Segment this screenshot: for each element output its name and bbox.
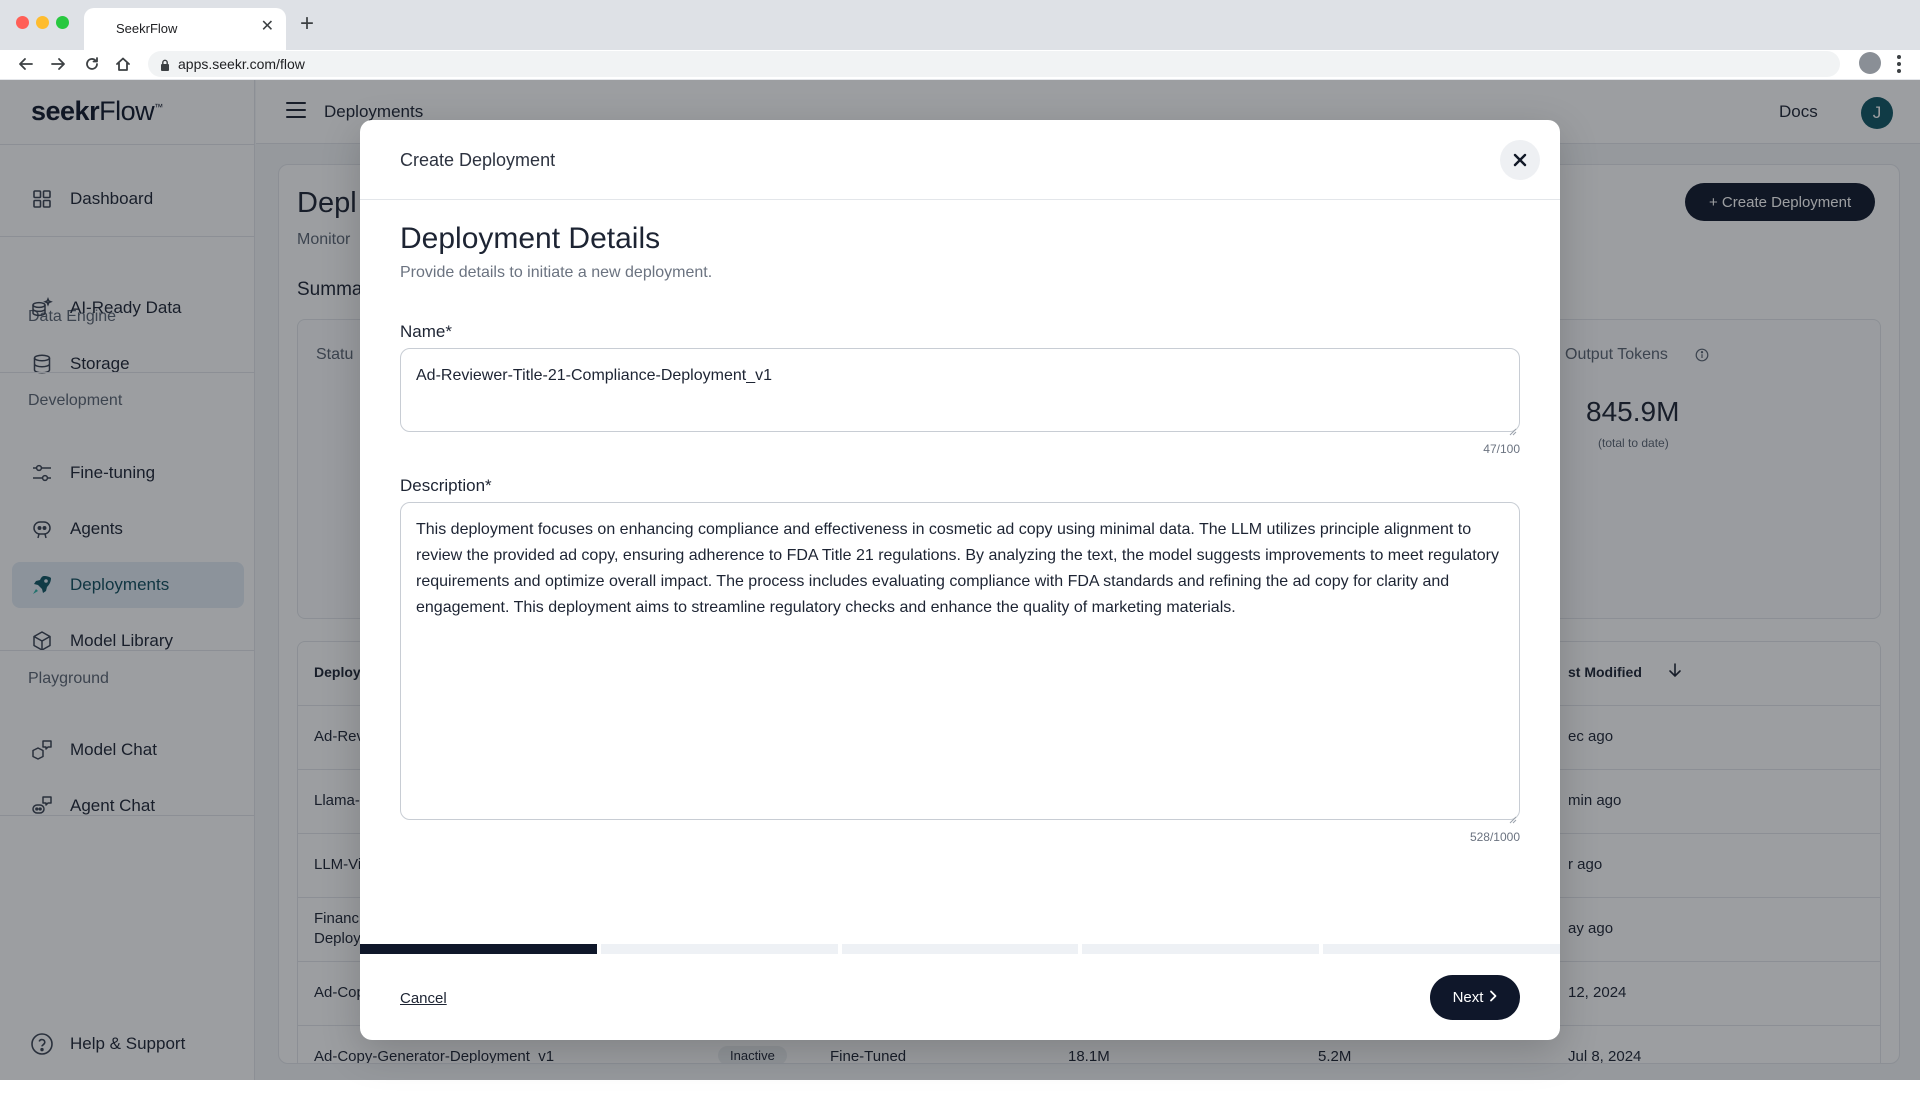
progress-step bbox=[600, 944, 838, 954]
description-field[interactable]: This deployment focuses on enhancing com… bbox=[400, 502, 1520, 824]
name-field-label: Name* bbox=[400, 322, 452, 341]
window-close-control[interactable] bbox=[16, 16, 29, 29]
name-field-value: Ad-Reviewer-Title-21-Compliance-Deployme… bbox=[416, 367, 772, 384]
back-arrow-icon[interactable] bbox=[14, 52, 38, 76]
progress-step bbox=[1323, 944, 1560, 954]
new-tab-icon[interactable]: + bbox=[300, 12, 314, 36]
section-subheading: Provide details to initiate a new deploy… bbox=[400, 264, 713, 281]
description-field-value: This deployment focuses on enhancing com… bbox=[416, 521, 1499, 616]
chevron-right-icon bbox=[1489, 989, 1497, 1006]
progress-step bbox=[841, 944, 1079, 954]
browser-tab[interactable]: SeekrFlow ✕ bbox=[84, 8, 286, 50]
reload-icon[interactable] bbox=[80, 52, 104, 76]
cancel-button[interactable]: Cancel bbox=[400, 990, 447, 1007]
progress-step bbox=[1082, 944, 1320, 954]
description-char-counter: 528/1000 bbox=[1469, 830, 1520, 844]
next-button-label: Next bbox=[1452, 989, 1484, 1006]
close-icon[interactable] bbox=[1500, 140, 1540, 180]
section-heading: Deployment Details bbox=[400, 222, 661, 255]
resize-handle-icon[interactable] bbox=[1507, 419, 1517, 436]
name-char-counter: 47/100 bbox=[1483, 442, 1520, 456]
resize-handle-icon[interactable] bbox=[1507, 807, 1517, 824]
address-bar[interactable]: apps.seekr.com/flow bbox=[148, 51, 1840, 77]
description-field-label: Description* bbox=[400, 476, 492, 495]
name-field[interactable]: Ad-Reviewer-Title-21-Compliance-Deployme… bbox=[400, 348, 1520, 436]
create-deployment-modal: Create Deployment Deployment Details Pro… bbox=[360, 120, 1560, 1040]
browser-tab-title: SeekrFlow bbox=[116, 21, 178, 36]
progress-step bbox=[360, 944, 597, 954]
tab-close-icon[interactable]: ✕ bbox=[261, 19, 274, 35]
address-url: apps.seekr.com/flow bbox=[178, 56, 305, 72]
browser-tab-strip: SeekrFlow ✕ + bbox=[0, 0, 1920, 50]
browser-toolbar: apps.seekr.com/flow bbox=[0, 50, 1920, 80]
window-minimize-control[interactable] bbox=[36, 16, 49, 29]
browser-menu-icon[interactable] bbox=[1894, 52, 1904, 76]
forward-arrow-icon[interactable] bbox=[46, 52, 70, 76]
window-maximize-control[interactable] bbox=[56, 16, 69, 29]
progress-stepper bbox=[360, 944, 1560, 954]
modal-header: Create Deployment bbox=[360, 120, 1560, 200]
next-button[interactable]: Next bbox=[1430, 975, 1520, 1020]
home-icon[interactable] bbox=[111, 52, 135, 76]
modal-title: Create Deployment bbox=[400, 150, 556, 170]
browser-profile-icon[interactable] bbox=[1859, 52, 1881, 74]
lock-icon bbox=[160, 58, 170, 76]
